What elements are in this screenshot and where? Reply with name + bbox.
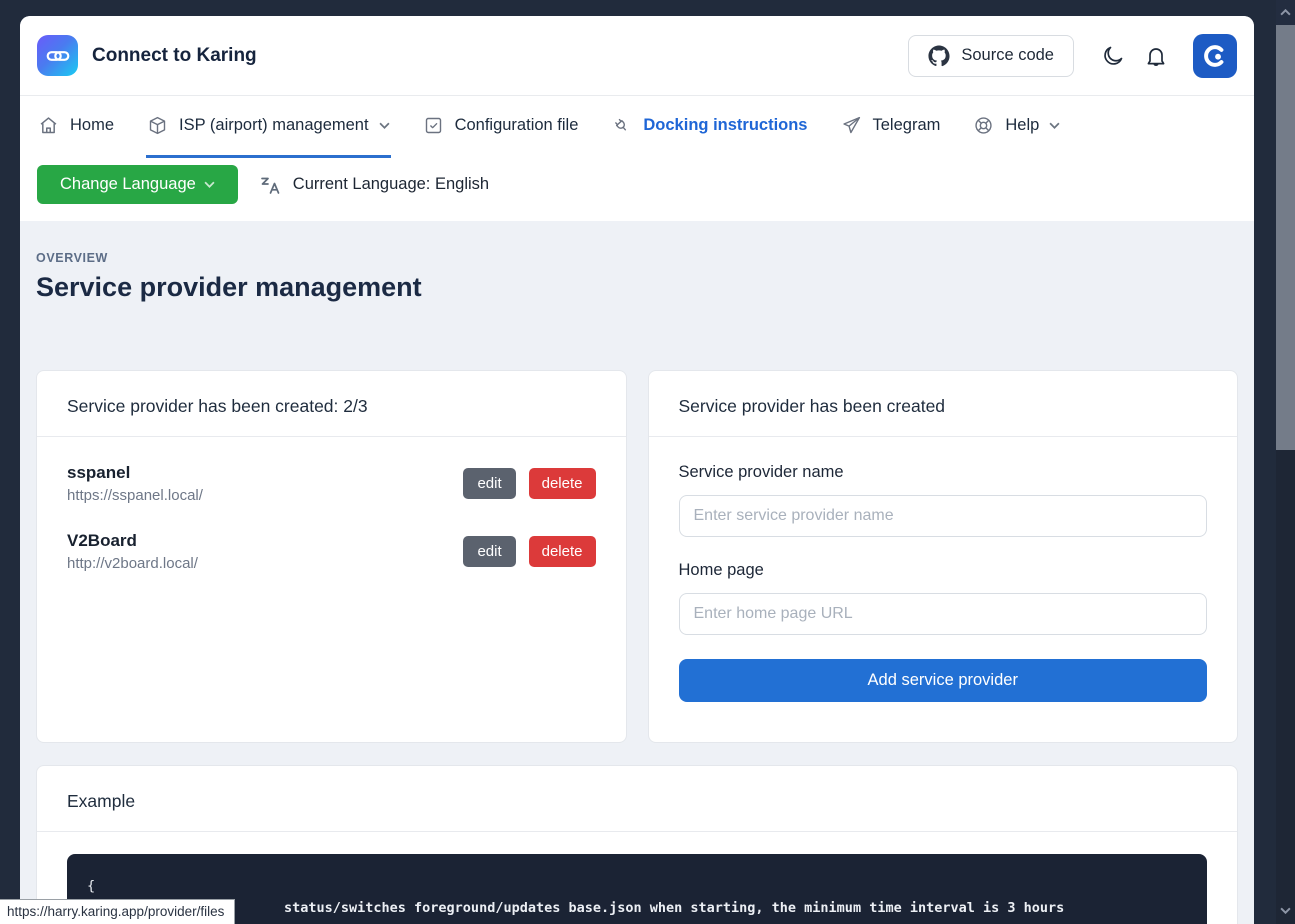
tab-configuration-file-label: Configuration file [455, 116, 579, 135]
current-language: Current Language: English [258, 173, 489, 197]
tab-configuration-file[interactable]: Configuration file [422, 96, 580, 158]
life-ring-icon [973, 115, 994, 136]
add-service-provider-button[interactable]: Add service provider [679, 659, 1208, 702]
top-section: Connect to Karing Source code [20, 16, 1254, 221]
send-icon [841, 115, 862, 136]
scrollbar-thumb[interactable] [1276, 25, 1295, 450]
overview-eyebrow: OVERVIEW [36, 251, 1238, 265]
delete-provider-button[interactable]: delete [529, 468, 596, 499]
source-code-button[interactable]: Source code [908, 35, 1074, 77]
provider-row: sspanel https://sspanel.local/ edit dele… [67, 463, 596, 504]
scroll-down-button[interactable] [1276, 897, 1295, 924]
page-title: Service provider management [36, 272, 1238, 303]
tab-help-label: Help [1005, 116, 1039, 135]
providers-card: Service provider has been created: 2/3 s… [36, 370, 627, 743]
main-nav: Home ISP (airport) management Configurat… [20, 96, 1254, 158]
tab-isp-management-label: ISP (airport) management [179, 116, 369, 135]
chevron-up-icon [1280, 9, 1291, 16]
scroll-up-button[interactable] [1276, 0, 1295, 25]
tab-help[interactable]: Help [972, 96, 1061, 158]
provider-name: V2Board [67, 531, 198, 551]
example-code-block: { status/switches foreground/updates bas… [67, 854, 1207, 924]
provider-name: sspanel [67, 463, 203, 483]
current-language-label: Current Language: English [293, 175, 489, 194]
home-page-input[interactable] [679, 593, 1208, 635]
app-logo [37, 35, 78, 76]
chevron-down-icon [379, 120, 390, 131]
provider-name-input[interactable] [679, 495, 1208, 537]
home-page-label: Home page [679, 561, 1208, 580]
app-header: Connect to Karing Source code [20, 16, 1254, 96]
provider-url: http://v2board.local/ [67, 555, 198, 572]
code-line: status/switches foreground/updates base.… [284, 897, 1187, 919]
source-code-label: Source code [961, 46, 1054, 65]
github-icon [928, 45, 950, 67]
tab-docking-instructions-label: Docking instructions [643, 116, 807, 135]
language-bar: Change Language Current Language: Englis… [20, 158, 1254, 221]
providers-card-title: Service provider has been created: 2/3 [37, 371, 626, 437]
change-language-button[interactable]: Change Language [37, 165, 238, 204]
add-provider-card-title: Service provider has been created [649, 371, 1238, 437]
delete-provider-button[interactable]: delete [529, 536, 596, 567]
package-icon [147, 115, 168, 136]
tab-home[interactable]: Home [37, 96, 115, 158]
user-avatar[interactable] [1193, 34, 1237, 78]
translate-icon [258, 173, 282, 197]
add-provider-card: Service provider has been created Servic… [648, 370, 1239, 743]
chevron-down-icon [1280, 907, 1291, 914]
karing-avatar-icon [1201, 42, 1229, 70]
moon-icon [1101, 44, 1125, 68]
page-content: OVERVIEW Service provider management Ser… [20, 221, 1254, 924]
tab-docking-instructions[interactable]: Docking instructions [610, 96, 808, 158]
provider-url: https://sspanel.local/ [67, 487, 203, 504]
code-line: { [87, 875, 1187, 897]
check-square-icon [423, 115, 444, 136]
tab-telegram-label: Telegram [873, 116, 941, 135]
provider-row: V2Board http://v2board.local/ edit delet… [67, 531, 596, 572]
provider-actions: edit delete [463, 468, 595, 499]
plug-icon [611, 115, 632, 136]
page: { "window": { "status_url": "https://har… [0, 0, 1295, 924]
app-title: Connect to Karing [92, 45, 257, 67]
provider-actions: edit delete [463, 536, 595, 567]
header-actions: Source code [908, 34, 1237, 78]
status-url-tooltip: https://harry.karing.app/provider/files [0, 899, 235, 924]
edit-provider-button[interactable]: edit [463, 468, 515, 499]
providers-card-body: sspanel https://sspanel.local/ edit dele… [37, 437, 626, 625]
bell-icon [1144, 44, 1168, 68]
home-icon [38, 115, 59, 136]
tab-home-label: Home [70, 116, 114, 135]
edit-provider-button[interactable]: edit [463, 536, 515, 567]
theme-toggle-button[interactable] [1101, 44, 1125, 68]
tab-isp-management[interactable]: ISP (airport) management [146, 96, 391, 158]
notifications-button[interactable] [1144, 44, 1168, 68]
example-card-title: Example [37, 766, 1237, 832]
vertical-scrollbar[interactable] [1276, 0, 1295, 924]
chain-link-icon [45, 43, 71, 69]
cards-row: Service provider has been created: 2/3 s… [36, 370, 1238, 743]
app-window: Connect to Karing Source code [20, 16, 1254, 924]
provider-name-label: Service provider name [679, 463, 1208, 482]
chevron-down-icon [204, 179, 215, 190]
add-provider-form: Service provider name Home page Add serv… [649, 437, 1238, 728]
change-language-label: Change Language [60, 175, 196, 194]
provider-info: sspanel https://sspanel.local/ [67, 463, 203, 504]
tab-telegram[interactable]: Telegram [840, 96, 942, 158]
provider-info: V2Board http://v2board.local/ [67, 531, 198, 572]
chevron-down-icon [1049, 120, 1060, 131]
